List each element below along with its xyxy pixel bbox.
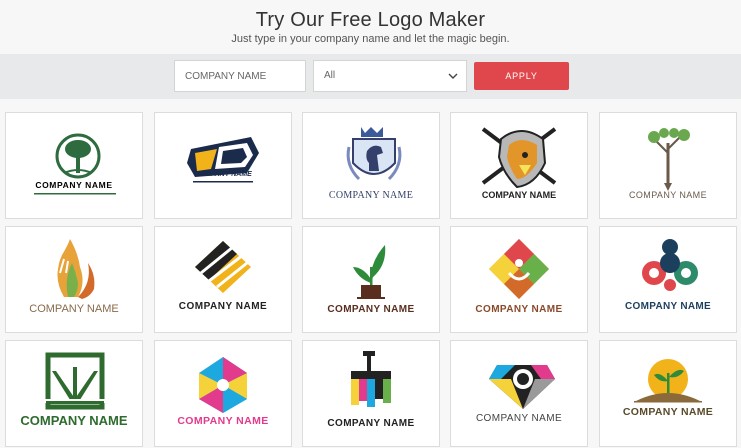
chess-knight-shield-icon [346, 127, 402, 181]
logo-card[interactable]: COMPANY NAME [450, 112, 588, 219]
filter-bar: All APPLY [0, 54, 741, 99]
logo-company-name: COMPANY NAME [481, 190, 557, 200]
logo-card[interactable]: COMPANY NAME [5, 226, 143, 333]
diamond-stripes-icon [195, 241, 251, 293]
car-badge-icon [187, 137, 259, 183]
apply-button[interactable]: APPLY [474, 62, 569, 90]
chevron-down-icon [448, 73, 458, 79]
green-frame-icon [42, 352, 108, 410]
logo-company-name: COMPANY NAME [624, 301, 711, 312]
logo-card[interactable]: COMPANY NAME [599, 112, 737, 219]
paint-roller-icon [351, 351, 391, 407]
category-select[interactable]: All [313, 60, 467, 92]
logo-company-name: COMPANY NAME [629, 190, 707, 200]
logo-card[interactable]: COMPANY NAME [154, 226, 292, 333]
eagle-hockey-icon [481, 127, 557, 189]
logo-company-name: COMPANY NAME [35, 180, 113, 190]
page-header: Try Our Free Logo Maker Just type in you… [0, 0, 741, 54]
logo-company-name: COMPANY NAME [29, 303, 119, 315]
logo-company-name: COMPANY NAME [20, 413, 128, 428]
sun-sprout-icon [634, 359, 702, 403]
page-subtitle: Just type in your company name and let t… [231, 33, 510, 45]
logo-card[interactable]: COMPANY NAME [599, 340, 737, 447]
logo-card[interactable]: COMPANY NAME [450, 340, 588, 447]
logo-card[interactable]: COMPANY NAME [302, 112, 440, 219]
colorful-pinwheel-icon [199, 357, 247, 413]
plant-pot-icon [353, 245, 386, 299]
logo-card[interactable]: COMPANY NAME [154, 340, 292, 447]
tree-pen-icon [648, 128, 690, 191]
logo-company-name: COMPANY NAME [475, 413, 563, 424]
logo-company-name: COMPANY NAME [177, 415, 269, 427]
logo-card[interactable]: COMPANY NAME [302, 340, 440, 447]
page-title: Try Our Free Logo Maker [255, 9, 486, 31]
logo-company-name: COMPANY NAME [327, 418, 415, 429]
hands-flame-icon [55, 239, 95, 299]
logo-card[interactable]: COMPANY NAME [599, 226, 737, 333]
company-name-input[interactable] [174, 60, 306, 92]
circles-triad-icon [642, 239, 698, 291]
colorful-diamond-person-icon [489, 239, 549, 299]
logo-card[interactable]: COMPANY NAME [154, 112, 292, 219]
logo-company-name: COMPANY NAME [328, 190, 414, 201]
camera-diamond-icon [489, 365, 555, 409]
logo-company-name: COMPANY NAME [178, 301, 268, 312]
logo-company-name: COMPANY NAME [194, 171, 252, 178]
logo-company-name: COMPANY NAME [475, 304, 563, 315]
logo-company-name: COMPANY NAME [327, 304, 415, 315]
tree-emblem-icon [34, 133, 116, 195]
logo-grid: COMPANY NAME COMPANY NAME COMPANY NAME C… [0, 99, 741, 448]
logo-card[interactable]: COMPANY NAME [5, 112, 143, 219]
logo-company-name: COMPANY NAME [622, 406, 714, 418]
logo-card[interactable]: COMPANY NAME [5, 340, 143, 447]
logo-card[interactable]: COMPANY NAME [450, 226, 588, 333]
category-select-value: All [324, 70, 336, 81]
logo-card[interactable]: COMPANY NAME [302, 226, 440, 333]
